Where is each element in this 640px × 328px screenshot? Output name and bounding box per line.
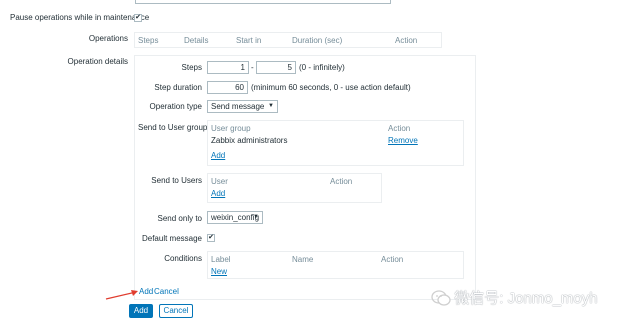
- col-duration: Duration (sec): [292, 36, 343, 45]
- chevron-down-icon: ▼: [268, 103, 274, 109]
- operation-type-select[interactable]: Send message ▼: [207, 100, 278, 113]
- col-condition-action: Action: [381, 255, 404, 264]
- new-condition-link[interactable]: New: [211, 267, 227, 276]
- pause-maintenance-checkbox[interactable]: ✔: [134, 14, 142, 22]
- remove-user-group-link[interactable]: Remove: [388, 136, 418, 145]
- col-steps: Steps: [138, 36, 159, 45]
- add-button[interactable]: Add: [129, 304, 153, 318]
- annotation-arrow-icon: [105, 290, 138, 300]
- add-user-group-link[interactable]: Add: [211, 151, 225, 160]
- add-user-link[interactable]: Add: [211, 189, 225, 198]
- col-condition-name: Name: [292, 255, 314, 264]
- user-groups-table: User group Action Zabbix administrators …: [207, 120, 464, 166]
- col-user-action: Action: [330, 177, 353, 186]
- operations-label: Operations: [88, 34, 128, 43]
- operation-details-label: Operation details: [67, 57, 128, 66]
- send-to-user-groups-label: Send to User groups: [138, 123, 212, 132]
- operation-type-label: Operation type: [149, 102, 202, 111]
- send-only-to-label: Send only to: [157, 214, 202, 223]
- steps-from-input[interactable]: 1: [207, 61, 249, 74]
- watermark-text: 微信号: Jonmo_moyh: [454, 290, 598, 307]
- col-details: Details: [184, 36, 209, 45]
- operation-add-link[interactable]: Add: [139, 287, 153, 296]
- cancel-button[interactable]: Cancel: [159, 304, 193, 318]
- operation-cancel-link[interactable]: Cancel: [154, 287, 179, 296]
- step-duration-input[interactable]: 60: [207, 81, 248, 94]
- steps-label: Steps: [181, 63, 202, 72]
- step-duration-label: Step duration: [154, 83, 202, 92]
- send-only-to-select[interactable]: weixin_config ▼: [207, 211, 263, 224]
- col-condition-label: Label: [211, 255, 231, 264]
- col-user-group: User group: [211, 124, 251, 133]
- default-message-label: Default message: [141, 234, 202, 243]
- col-user-group-action: Action: [388, 124, 411, 133]
- col-user: User: [211, 177, 228, 186]
- steps-separator: -: [251, 63, 254, 72]
- col-start-in: Start in: [236, 36, 262, 45]
- wechat-watermark: 微信号: Jonmo_moyh: [430, 287, 598, 308]
- operations-table: Steps Details Start in Duration (sec) Ac…: [134, 32, 442, 48]
- steps-hint: (0 - infinitely): [299, 63, 345, 72]
- chevron-down-icon: ▼: [253, 214, 259, 220]
- top-text-field[interactable]: [135, 0, 391, 4]
- send-to-users-label: Send to Users: [151, 176, 202, 185]
- step-duration-hint: (minimum 60 seconds, 0 - use action defa…: [251, 83, 411, 92]
- default-message-checkbox[interactable]: ✔: [207, 234, 215, 242]
- pause-maintenance-label: Pause operations while in maintenance: [10, 13, 150, 22]
- steps-to-input[interactable]: 5: [256, 61, 296, 74]
- col-action: Action: [395, 36, 418, 45]
- wechat-icon: [431, 289, 451, 306]
- conditions-table: Label Name Action New: [207, 251, 464, 279]
- users-table: User Action Add: [207, 173, 382, 203]
- conditions-label: Conditions: [164, 254, 202, 263]
- user-group-name: Zabbix administrators: [211, 136, 288, 145]
